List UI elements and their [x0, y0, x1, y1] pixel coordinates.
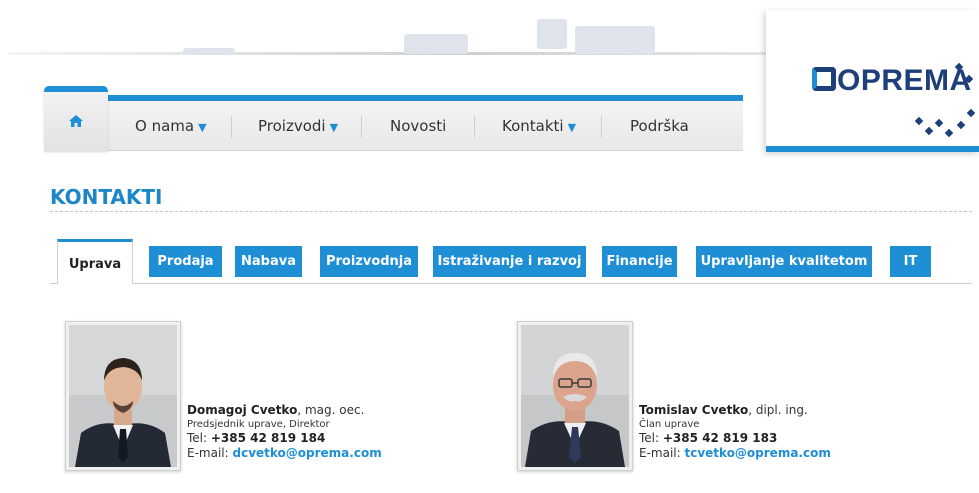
person-name: Domagoj Cvetko — [187, 403, 298, 417]
header-decoration-block — [575, 26, 655, 54]
logo-dot-icon — [924, 126, 934, 136]
tab-it[interactable]: IT — [890, 246, 931, 277]
nav-divider — [231, 116, 232, 138]
tabs-baseline — [50, 283, 972, 284]
tab-proizvodnja[interactable]: Proizvodnja — [320, 246, 418, 277]
chevron-down-icon: ▼ — [198, 121, 207, 134]
person-email-line: E-mail: tcvetko@oprema.com — [639, 446, 831, 461]
tab-istrazivanje-i-razvoj[interactable]: Istraživanje i razvoj — [433, 246, 586, 277]
person-role: Član uprave — [639, 419, 700, 430]
email-link[interactable]: tcvetko@oprema.com — [684, 446, 830, 460]
tab-financije[interactable]: Financije — [602, 246, 677, 277]
page: OPREMA O nama ▼ Proizvodi ▼ Novosti Kontak… — [0, 0, 979, 493]
email-link[interactable]: dcvetko@oprema.com — [232, 446, 381, 460]
logo-dot-icon — [914, 116, 924, 126]
logo-dot-icon — [934, 118, 944, 128]
logo-text: OPREMA — [837, 64, 972, 97]
person-phone-line: Tel: +385 42 819 184 — [187, 431, 382, 446]
portrait-image — [69, 325, 177, 467]
person-phone-line: Tel: +385 42 819 183 — [639, 431, 831, 446]
nav-item-label: O nama — [135, 117, 195, 135]
person-name-line: Domagoj Cvetko, mag. oec. — [187, 403, 382, 418]
nav-item-proizvodi[interactable]: Proizvodi ▼ — [258, 117, 338, 135]
person-name: Tomislav Cvetko — [639, 403, 749, 417]
nav-divider — [361, 116, 362, 138]
logo-wordmark: OPREMA — [812, 64, 972, 98]
tab-prodaja[interactable]: Prodaja — [149, 246, 222, 277]
phone-label: Tel: — [639, 431, 663, 445]
logo[interactable]: OPREMA — [766, 10, 979, 152]
nav-divider — [474, 116, 475, 138]
logo-dot-icon — [944, 128, 954, 138]
nav-item-novosti[interactable]: Novosti — [390, 117, 446, 135]
nav-divider — [601, 116, 602, 138]
page-title: KONTAKTI — [50, 185, 163, 209]
logo-mark-icon — [812, 67, 836, 91]
email-label: E-mail: — [639, 446, 685, 460]
chevron-down-icon: ▼ — [567, 121, 577, 134]
title-divider — [50, 211, 972, 212]
header-decoration-block — [404, 34, 468, 54]
logo-dot-icon — [966, 108, 976, 118]
nav-item-label: Podrška — [630, 117, 689, 135]
person-card: Tomislav Cvetko, dipl. ing. Član uprave … — [639, 403, 831, 461]
person-email-line: E-mail: dcvetko@oprema.com — [187, 446, 382, 461]
phone-number: +385 42 819 184 — [210, 431, 326, 445]
person-degree: , mag. oec. — [297, 403, 365, 417]
phone-number: +385 42 819 183 — [662, 431, 778, 445]
tab-uprava[interactable]: Uprava — [57, 239, 133, 284]
nav-item-podrska[interactable]: Podrška — [630, 117, 689, 135]
header-decoration-block — [183, 48, 235, 54]
person-role: Predsjednik uprave, Direktor — [187, 419, 330, 430]
person-name-line: Tomislav Cvetko, dipl. ing. — [639, 403, 831, 418]
person-photo — [517, 321, 633, 471]
header-decoration-block — [537, 19, 567, 49]
tab-nabava[interactable]: Nabava — [235, 246, 302, 277]
phone-label: Tel: — [187, 431, 211, 445]
logo-dot-icon — [956, 120, 966, 130]
nav-item-label: Novosti — [390, 117, 447, 135]
tab-upravljanje-kvalitetom[interactable]: Upravljanje kvalitetom — [696, 246, 872, 277]
person-degree: , dipl. ing. — [748, 403, 808, 417]
nav-item-o-nama[interactable]: O nama ▼ — [135, 117, 207, 135]
chevron-down-icon: ▼ — [329, 121, 339, 134]
nav-home-button[interactable] — [44, 86, 108, 151]
nav-item-kontakti[interactable]: Kontakti ▼ — [502, 117, 576, 135]
nav-item-label: Proizvodi — [258, 117, 326, 135]
portrait-image — [521, 325, 629, 467]
nav-item-label: Kontakti — [502, 117, 564, 135]
person-card: Domagoj Cvetko, mag. oec. Predsjednik up… — [187, 403, 382, 461]
email-label: E-mail: — [187, 446, 233, 460]
home-icon — [69, 115, 83, 127]
person-photo — [65, 321, 181, 471]
